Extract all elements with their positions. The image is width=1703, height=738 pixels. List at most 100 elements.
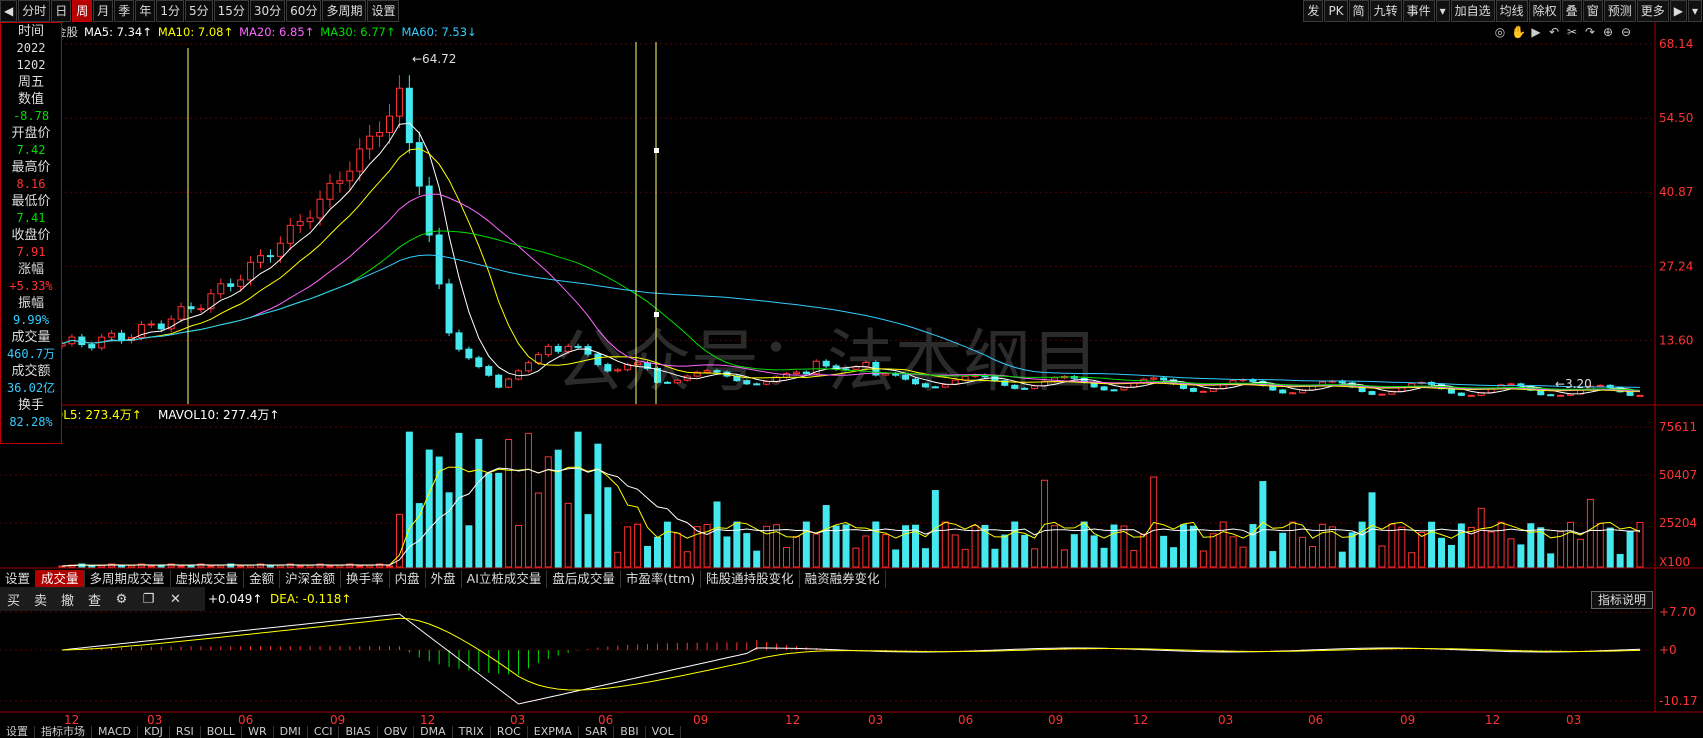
volume-bar <box>237 565 245 568</box>
volume-bar <box>1130 549 1138 568</box>
candle-body <box>584 346 592 355</box>
x-axis-label: 03 <box>868 713 883 727</box>
volume-bar <box>1626 530 1634 568</box>
volume-bar <box>1279 532 1287 568</box>
indicator-tab[interactable]: BOLL <box>201 726 243 738</box>
info-value: 2022 <box>16 41 46 55</box>
indicator-tab[interactable]: DMI <box>274 726 308 738</box>
candle-body <box>376 132 384 137</box>
indicator-tab[interactable]: VOL <box>646 726 681 738</box>
candle-body <box>1150 377 1158 380</box>
volume-subtab[interactable]: 内盘 <box>390 570 426 588</box>
indicator-help-button[interactable]: 指标说明 <box>1591 591 1654 609</box>
volume-subtab[interactable]: 多周期成交量 <box>85 570 171 588</box>
volume-bar <box>812 533 820 568</box>
volume-subtab[interactable]: 成交量 <box>36 570 85 588</box>
volume-subtab[interactable]: 市盈率(ttm) <box>621 570 702 588</box>
indicator-tab[interactable]: ROC <box>491 726 528 738</box>
candle-body <box>157 323 165 330</box>
volume-bar <box>782 547 790 568</box>
indicator-tab[interactable]: TRIX <box>453 726 491 738</box>
candle-body <box>1110 389 1118 392</box>
volume-bar <box>1438 537 1446 568</box>
indicator-tab[interactable]: SAR <box>579 726 615 738</box>
volume-subtab[interactable]: 换手率 <box>341 570 390 588</box>
candle-body <box>1467 394 1475 397</box>
volume-bar <box>931 490 939 568</box>
candle-body <box>177 306 185 320</box>
candle-body <box>574 345 582 348</box>
volume-bar <box>683 551 691 568</box>
volume-subtab[interactable]: 虚拟成交量 <box>171 570 245 588</box>
candle-body <box>1279 389 1287 394</box>
trade-button[interactable]: 买 <box>0 590 27 609</box>
candle-body <box>356 148 364 172</box>
volume-bar <box>495 472 503 568</box>
indicator-tab[interactable]: BIAS <box>339 726 378 738</box>
trade-button[interactable]: ❐ <box>135 592 162 607</box>
volume-subtab[interactable]: 陆股通持股变化 <box>701 570 800 588</box>
candle-body <box>237 279 245 287</box>
indicator-tab[interactable]: KDJ <box>138 726 170 738</box>
indicator-tab[interactable]: BBI <box>614 726 646 738</box>
volume-subtab[interactable]: 外盘 <box>426 570 462 588</box>
indicator-tab[interactable]: WR <box>242 726 274 738</box>
indicator-tab[interactable]: RSI <box>170 726 201 738</box>
macd-dea-line <box>61 617 1641 691</box>
volume-bar <box>1497 521 1505 568</box>
marker-handle[interactable] <box>654 148 659 153</box>
volume-subtab[interactable]: AI立桩成交量 <box>462 570 548 588</box>
indicator-tab[interactable]: CCI <box>308 726 340 738</box>
volume-bar <box>1080 521 1088 568</box>
volume-subtab[interactable]: 融资融券变化 <box>800 570 886 588</box>
volume-subtab[interactable]: 设置 <box>0 570 37 588</box>
trade-button[interactable]: 查 <box>81 590 108 609</box>
volume-bar <box>1507 538 1515 568</box>
macd-legend-item: +0.049↑ <box>208 592 262 606</box>
indicator-tab[interactable]: DMA <box>414 726 453 738</box>
volume-bar <box>663 521 671 568</box>
volume-bar <box>753 550 761 568</box>
indicator-tab[interactable]: 指标市场 <box>35 726 92 738</box>
volume-bar <box>892 549 900 568</box>
candle-body <box>256 255 264 263</box>
info-key: 成交额 <box>11 364 51 379</box>
info-key: 最高价 <box>11 160 51 175</box>
candle-body <box>882 373 890 376</box>
trade-button[interactable]: 卖 <box>27 590 54 609</box>
volume-bar <box>842 524 850 568</box>
x-axis-label: 03 <box>1218 713 1233 727</box>
indicator-tab[interactable]: 设置 <box>0 726 35 738</box>
trade-button[interactable]: 撤 <box>54 590 81 609</box>
indicator-tab[interactable]: OBV <box>378 726 415 738</box>
volume-subtab[interactable]: 盘后成交量 <box>547 570 621 588</box>
candle-body <box>1596 384 1604 387</box>
volume-subtab[interactable]: 沪深金额 <box>280 570 342 588</box>
candle-body <box>1636 394 1644 397</box>
candle-body <box>564 345 572 352</box>
volume-bar <box>147 565 155 568</box>
volume-bar <box>1517 544 1525 568</box>
marker-handle[interactable] <box>654 312 659 317</box>
candle-body <box>1199 390 1207 393</box>
trade-button[interactable]: ⚙ <box>108 592 135 607</box>
volume-bar <box>1011 521 1019 568</box>
volume-bar <box>693 526 701 568</box>
indicator-tab[interactable]: MACD <box>92 726 138 738</box>
candle-body <box>108 332 116 338</box>
volume-bar <box>534 492 542 568</box>
volume-bar <box>564 502 572 568</box>
candle-body <box>673 379 681 384</box>
candle-body <box>931 386 939 389</box>
volume-subtab[interactable]: 金额 <box>244 570 281 588</box>
indicator-tab[interactable]: EXPMA <box>528 726 579 738</box>
volume-bar <box>88 565 96 568</box>
x-axis-label: 03 <box>1566 713 1581 727</box>
volume-bar <box>792 535 800 568</box>
volume-bar <box>574 431 582 568</box>
volume-bar <box>1189 525 1197 568</box>
volume-bar <box>882 533 890 568</box>
trade-button[interactable]: ✕ <box>162 592 189 607</box>
info-value: 460.7万 <box>6 347 56 361</box>
candle-body <box>524 362 532 372</box>
